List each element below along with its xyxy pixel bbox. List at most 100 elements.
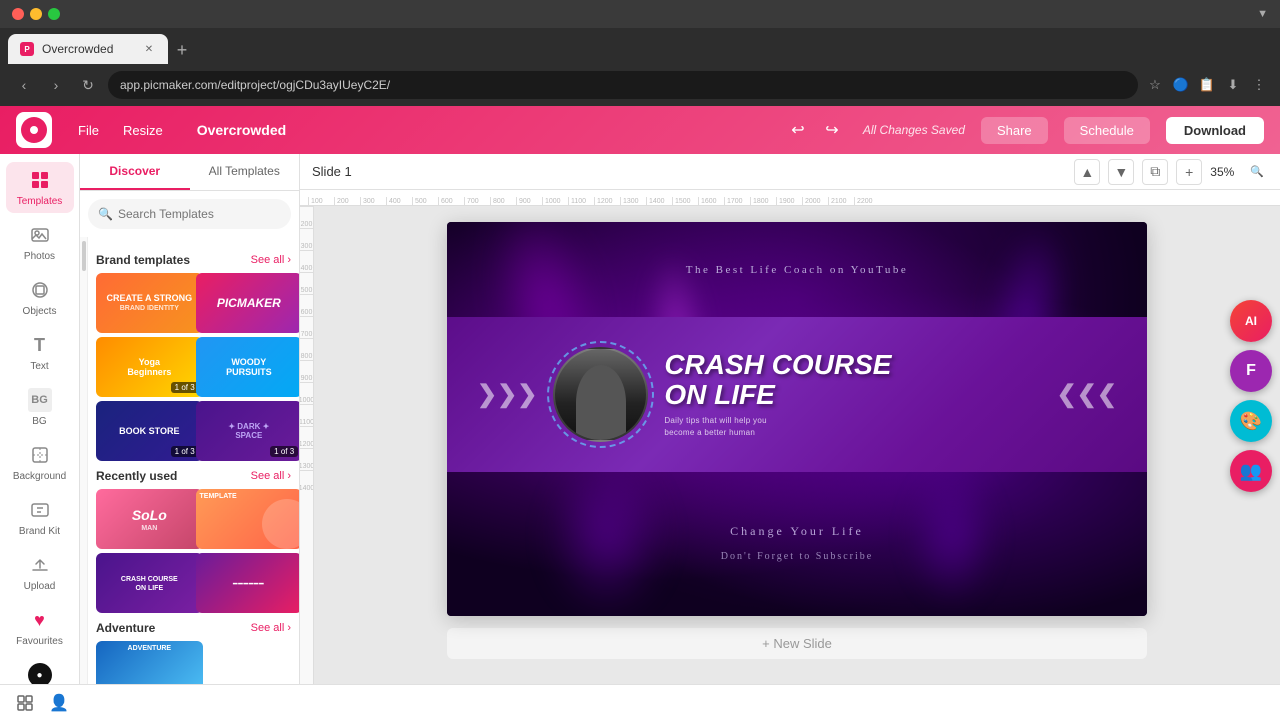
slide-copy-icon[interactable]: ⧉ <box>1142 159 1168 185</box>
template-thumb-solo[interactable]: SoLo MAN <box>96 489 203 549</box>
schedule-button[interactable]: Schedule <box>1064 117 1150 144</box>
back-button[interactable]: ‹ <box>12 73 36 97</box>
browser-action-icons: ☆ 🔵 📋 ⬇ ⋮ <box>1146 76 1268 94</box>
template-thumb-3[interactable]: YogaBeginners 1 of 3 <box>96 337 203 397</box>
extension-icon2[interactable]: 📋 <box>1198 76 1216 94</box>
active-tab[interactable]: P Overcrowded ✕ <box>8 34 168 64</box>
photos-icon <box>28 223 52 247</box>
canvas-scroll[interactable]: The Best Life Coach on YouTube ❯ ❯ ❯ <box>314 206 1280 684</box>
close-button[interactable] <box>12 8 24 20</box>
minimize-button[interactable] <box>30 8 42 20</box>
template-thumb-2[interactable]: PICMAKER <box>196 273 300 333</box>
undo-button[interactable]: ↩ <box>783 115 813 145</box>
panel-scroll-indicators <box>80 237 88 684</box>
palette-float-button[interactable]: 🎨 <box>1230 400 1272 442</box>
ruler-mark: 400 <box>386 197 412 205</box>
recent-see-all[interactable]: See all › <box>251 470 291 482</box>
share2-float-button[interactable]: 👥 <box>1230 450 1272 492</box>
share-button[interactable]: Share <box>981 117 1048 144</box>
template-thumb-1[interactable]: CREATE A STRONG BRAND IDENTITY <box>96 273 203 333</box>
sidebar-item-text[interactable]: T Text <box>6 327 74 378</box>
slide-title-line2: ON LIFE <box>664 379 774 410</box>
thumb-badge-6: 1 of 3 <box>270 446 298 457</box>
bookmark-icon[interactable]: ☆ <box>1146 76 1164 94</box>
thumb-text-solo: SoLo MAN <box>128 503 171 536</box>
sidebar-item-templates[interactable]: Templates <box>6 162 74 213</box>
reload-button[interactable]: ↻ <box>76 73 100 97</box>
thumb-text-3: YogaBeginners <box>123 353 175 381</box>
ruler-mark: 200 <box>334 197 360 205</box>
project-name[interactable]: Overcrowded <box>197 122 286 138</box>
forward-button[interactable]: › <box>44 73 68 97</box>
toolbar-menu: File Resize <box>68 119 173 142</box>
sidebar-item-photos[interactable]: Photos <box>6 217 74 268</box>
slide-add-icon[interactable]: + <box>1176 159 1202 185</box>
thumb-text-2: PICMAKER <box>213 292 285 314</box>
scroll-handle[interactable] <box>82 241 86 271</box>
template-thumb-4[interactable]: WOODYPURSUITS <box>196 337 300 397</box>
download-button[interactable]: Download <box>1166 117 1264 144</box>
address-bar[interactable]: app.picmaker.com/editproject/ogjCDu3ayIU… <box>108 71 1138 99</box>
new-slide-button[interactable]: + New Slide <box>447 628 1147 659</box>
template-thumb-6[interactable]: ✦ DARK ✦SPACE 1 of 3 <box>196 401 300 461</box>
slide-bottom-text2-container: Don't Forget to Subscribe <box>447 546 1147 564</box>
tab-title: Overcrowded <box>42 42 113 56</box>
slide-up-icon[interactable]: ▲ <box>1074 159 1100 185</box>
sidebar-item-bg[interactable]: BG BG <box>6 382 74 433</box>
template-thumb-orange[interactable]: TEMPLATE <box>196 489 300 549</box>
portrait-container[interactable] <box>553 347 648 442</box>
ruler-mark: 900 <box>516 197 542 205</box>
sidebar-item-unsplash[interactable]: ● Unsplash <box>6 657 74 684</box>
brand-see-all[interactable]: See all › <box>251 254 291 266</box>
resize-menu[interactable]: Resize <box>113 119 173 142</box>
slide[interactable]: The Best Life Coach on YouTube ❯ ❯ ❯ <box>447 222 1147 616</box>
template-thumb-crash2[interactable]: ━━━━━━ <box>196 553 300 613</box>
right-arrows: ❮ ❮ ❮ <box>1057 380 1117 409</box>
zoom-label: 35% <box>1210 165 1234 179</box>
sidebar-item-brandkit[interactable]: Brand Kit <box>6 492 74 543</box>
canvas-area: Slide 1 ▲ ▼ ⧉ + 35% 🔍 100 200 300 400 50… <box>300 154 1280 684</box>
new-tab-button[interactable]: + <box>168 36 196 64</box>
grid-view-icon[interactable] <box>12 690 38 716</box>
thumb-text-6: ✦ DARK ✦SPACE <box>224 418 273 444</box>
bg-icon: BG <box>28 388 52 412</box>
portrait-selection <box>547 341 654 448</box>
slide-subtitle-container: Daily tips that will help youbecome a be… <box>664 415 1040 439</box>
ruler-mark: 700 <box>464 197 490 205</box>
thumb-text-crash1: CRASH COURSEON LIFE <box>117 570 182 596</box>
tab-all-templates[interactable]: All Templates <box>190 154 300 190</box>
brand-section-header: Brand templates See all › <box>96 253 291 267</box>
sidebar-item-upload[interactable]: Upload <box>6 547 74 598</box>
template-thumb-adventure1[interactable]: ADVENTURE <box>96 641 203 684</box>
person-icon[interactable]: 👤 <box>46 690 72 716</box>
f-float-button[interactable]: F <box>1230 350 1272 392</box>
sidebar-item-favourites[interactable]: ♥ Favourites <box>6 602 74 653</box>
redo-button[interactable]: ↪ <box>817 115 847 145</box>
favourites-icon: ♥ <box>28 608 52 632</box>
app-logo[interactable] <box>16 112 52 148</box>
file-menu[interactable]: File <box>68 119 109 142</box>
extension-icon1[interactable]: 🔵 <box>1172 76 1190 94</box>
adventure-see-all[interactable]: See all › <box>251 622 291 634</box>
sidebar-item-background[interactable]: Background <box>6 437 74 488</box>
search-input[interactable] <box>88 199 291 229</box>
vertical-ruler: 200 300 400 500 600 700 800 900 1000 110… <box>300 206 314 684</box>
recent-section-header: Recently used See all › <box>96 469 291 483</box>
v-ruler-mark: 1100 <box>300 404 313 426</box>
tab-discover[interactable]: Discover <box>80 154 190 190</box>
background-icon <box>28 443 52 467</box>
maximize-button[interactable] <box>48 8 60 20</box>
logo-inner <box>21 117 47 143</box>
slide-down-icon[interactable]: ▼ <box>1108 159 1134 185</box>
template-thumb-crash1[interactable]: CRASH COURSEON LIFE <box>96 553 203 613</box>
ruler-mark: 800 <box>490 197 516 205</box>
ai-float-button[interactable]: AI <box>1230 300 1272 342</box>
tab-close-icon[interactable]: ✕ <box>142 42 156 56</box>
template-thumb-5[interactable]: BOOK STORE 1 of 3 <box>96 401 203 461</box>
sidebar-upload-label: Upload <box>24 581 56 592</box>
download-browser-icon[interactable]: ⬇ <box>1224 76 1242 94</box>
v-ruler-mark: 1400 <box>300 470 313 492</box>
menu-icon[interactable]: ⋮ <box>1250 76 1268 94</box>
sidebar-item-objects[interactable]: Objects <box>6 272 74 323</box>
right-float-buttons: AI F 🎨 👥 <box>1230 300 1272 492</box>
